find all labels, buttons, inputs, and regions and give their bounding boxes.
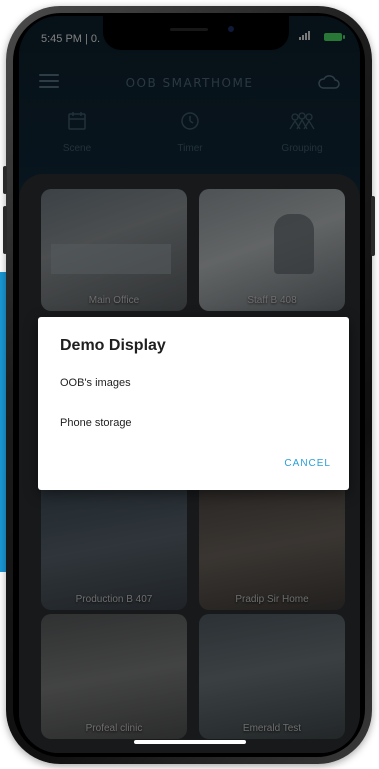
power-button (371, 196, 375, 256)
volume-button (3, 166, 7, 194)
phone-screen: 5:45 PM | 0. OOB SMARTHOME Scene Timer G… (19, 16, 360, 753)
option-oob-images[interactable]: OOB's images (60, 371, 320, 395)
cancel-button[interactable]: CANCEL (284, 458, 331, 469)
demo-display-dialog: Demo Display OOB's images Phone storage … (38, 317, 349, 490)
home-indicator[interactable] (134, 740, 246, 744)
stage: 5:45 PM | 0. OOB SMARTHOME Scene Timer G… (0, 0, 379, 769)
volume-button (3, 206, 7, 254)
dialog-title: Demo Display (60, 337, 166, 354)
option-phone-storage[interactable]: Phone storage (60, 411, 320, 435)
